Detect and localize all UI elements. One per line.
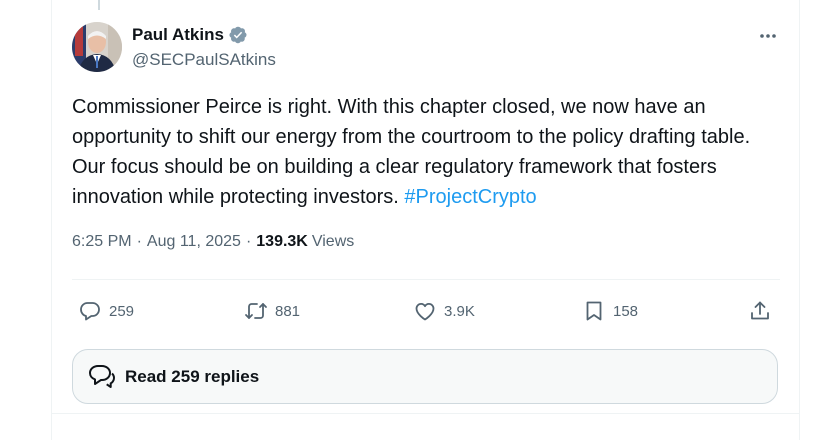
reply-icon — [80, 302, 100, 321]
share-icon — [751, 301, 769, 320]
views-count: 139.3K — [256, 233, 308, 250]
tweet-meta: 6:25 PM · Aug 11, 2025 · 139.3K Views — [72, 233, 354, 251]
tweet-time[interactable]: 6:25 PM — [72, 233, 132, 251]
avatar-photo — [72, 22, 122, 72]
column-border-right — [799, 0, 800, 440]
hashtag-link[interactable]: #ProjectCrypto — [404, 186, 536, 208]
avatar[interactable] — [72, 22, 122, 72]
meta-separator: · — [245, 233, 252, 250]
reply-button[interactable]: 259 — [78, 296, 134, 326]
tweet-date[interactable]: Aug 11, 2025 — [147, 233, 241, 251]
author-name-row: Paul Atkins — [132, 25, 248, 45]
repost-count: 881 — [275, 302, 301, 320]
tweet[interactable]: Paul Atkins @SECPaulSAtkins Commissioner… — [52, 0, 799, 440]
action-bar: 259 881 3.9K 158 — [72, 296, 780, 326]
tweet-text: Commissioner Peirce is right. With this … — [72, 92, 782, 212]
divider — [52, 413, 799, 414]
bookmark-button[interactable]: 158 — [582, 296, 638, 326]
repost-icon — [245, 303, 267, 319]
like-button[interactable]: 3.9K — [413, 296, 475, 326]
heart-icon — [415, 303, 435, 321]
verified-badge-icon[interactable] — [228, 25, 248, 45]
read-replies-button[interactable]: Read 259 replies — [72, 349, 778, 404]
more-dots-icon[interactable] — [756, 24, 780, 48]
like-count: 3.9K — [444, 302, 475, 320]
speech-bubbles-icon — [89, 364, 115, 388]
divider — [72, 279, 780, 280]
reply-count: 259 — [109, 302, 135, 320]
author-display-name[interactable]: Paul Atkins — [132, 25, 224, 45]
meta-separator: · — [136, 233, 142, 250]
repost-button[interactable]: 881 — [244, 296, 300, 326]
share-button[interactable] — [748, 296, 772, 326]
bookmark-count: 158 — [613, 302, 639, 320]
read-replies-label: Read 259 replies — [125, 366, 260, 386]
author-handle[interactable]: @SECPaulSAtkins — [132, 50, 276, 70]
views-label: Views — [311, 233, 355, 250]
bookmark-icon — [586, 301, 602, 321]
